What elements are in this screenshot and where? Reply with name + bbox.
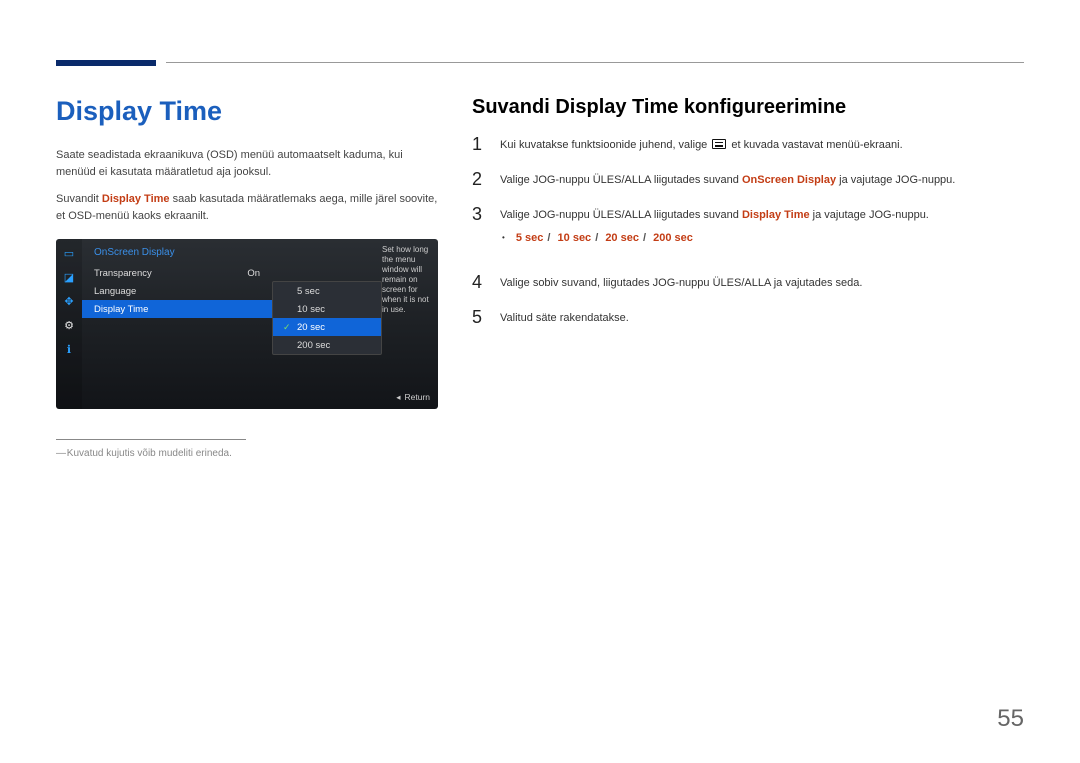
submenu-label: 200 sec [297,340,330,351]
footnote-text: Kuvatud kujutis võib mudeliti erineda. [56,448,438,459]
step-number: 2 [472,170,486,189]
step3-term: Display Time [742,209,810,221]
step-5: 5 Valitud säte rakendatakse. [472,308,1024,327]
move-icon: ✥ [61,293,77,309]
opt-5sec: 5 sec [516,232,544,244]
step-number: 4 [472,273,486,292]
menu-icon [712,139,726,149]
step1-pre: Kui kuvatakse funktsioonide juhend, vali… [500,139,710,151]
step3-pre: Valige JOG-nuppu ÜLES/ALLA liigutades su… [500,209,742,221]
section-subtitle: Suvandi Display Time konfigureerimine [472,96,1024,119]
step2-pre: Valige JOG-nuppu ÜLES/ALLA liigutades su… [500,174,742,186]
step-number: 3 [472,205,486,257]
osd-row-displaytime: Display Time [82,300,272,318]
picture-icon: ◪ [61,269,77,285]
step2-term: OnScreen Display [742,174,836,186]
page-number: 55 [997,705,1024,733]
intro-paragraph-2: Suvandit Display Time saab kasutada määr… [56,191,438,225]
right-column: Suvandi Display Time konfigureerimine 1 … [472,96,1024,459]
submenu-label: 5 sec [297,286,320,297]
step3-post: ja vajutage JOG-nuppu. [810,209,929,221]
osd-sub-10sec: 10 sec [273,300,381,318]
options-bullet: • 5 sec/ 10 sec/ 20 sec/ 200 sec [502,230,1024,247]
checkmark-icon: ✓ [283,322,291,333]
step-4: 4 Valige sobiv suvand, liigutades JOG-nu… [472,273,1024,292]
osd-sub-20sec: ✓ 20 sec [273,318,381,336]
osd-sub-200sec: 200 sec [273,336,381,354]
step1-post: et kuvada vastavat menüü-ekraani. [728,139,902,151]
header-bar [56,60,1024,74]
step-body: Valige JOG-nuppu ÜLES/ALLA liigutades su… [500,170,1024,189]
osd-menu: OnScreen Display Transparency On Languag… [82,239,272,409]
osd-submenu: 5 sec 10 sec ✓ 20 sec 200 sec [272,281,382,355]
osd-row-label: Display Time [94,304,148,315]
osd-sub-5sec: 5 sec [273,282,381,300]
step-body: Valige sobiv suvand, liigutades JOG-nupp… [500,273,1024,292]
bullet-icon: • [502,233,505,242]
intro-2-pre: Suvandit [56,193,102,205]
left-column: Display Time Saate seadistada ekraanikuv… [56,96,438,459]
info-icon: ℹ [61,341,77,357]
step-body: Valige JOG-nuppu ÜLES/ALLA liigutades su… [500,205,1024,257]
step-body: Valitud säte rakendatakse. [500,308,1024,327]
osd-sidebar: ▭ ◪ ✥ ⚙ ℹ [56,239,82,409]
step-body: Kui kuvatakse funktsioonide juhend, vali… [500,135,1024,154]
step2-post: ja vajutage JOG-nuppu. [836,174,955,186]
intro-2-term: Display Time [102,193,170,205]
osd-heading: OnScreen Display [82,245,272,264]
step-1: 1 Kui kuvatakse funktsioonide juhend, va… [472,135,1024,154]
opt-10sec: 10 sec [558,232,592,244]
submenu-label: 20 sec [297,322,325,333]
step-2: 2 Valige JOG-nuppu ÜLES/ALLA liigutades … [472,170,1024,189]
instruction-list: 1 Kui kuvatakse funktsioonide juhend, va… [472,135,1024,327]
osd-return-label: Return [396,392,430,403]
header-rule [166,62,1024,63]
step-number: 1 [472,135,486,154]
monitor-icon: ▭ [61,245,77,261]
osd-row-value: On [247,268,260,279]
osd-help-text: Set how long the menu window will remain… [382,245,432,315]
osd-row-label: Transparency [94,268,152,279]
submenu-label: 10 sec [297,304,325,315]
step-number: 5 [472,308,486,327]
footnote-rule [56,439,246,440]
opt-200sec: 200 sec [653,232,693,244]
osd-screenshot: ▭ ◪ ✥ ⚙ ℹ OnScreen Display Transparency … [56,239,438,409]
gear-icon: ⚙ [61,317,77,333]
step-3: 3 Valige JOG-nuppu ÜLES/ALLA liigutades … [472,205,1024,257]
header-accent [56,60,156,66]
osd-row-language: Language [82,282,272,300]
opt-20sec: 20 sec [605,232,639,244]
page-title: Display Time [56,96,438,127]
osd-row-label: Language [94,286,136,297]
intro-paragraph-1: Saate seadistada ekraanikuva (OSD) menüü… [56,147,438,181]
osd-row-transparency: Transparency On [82,264,272,282]
